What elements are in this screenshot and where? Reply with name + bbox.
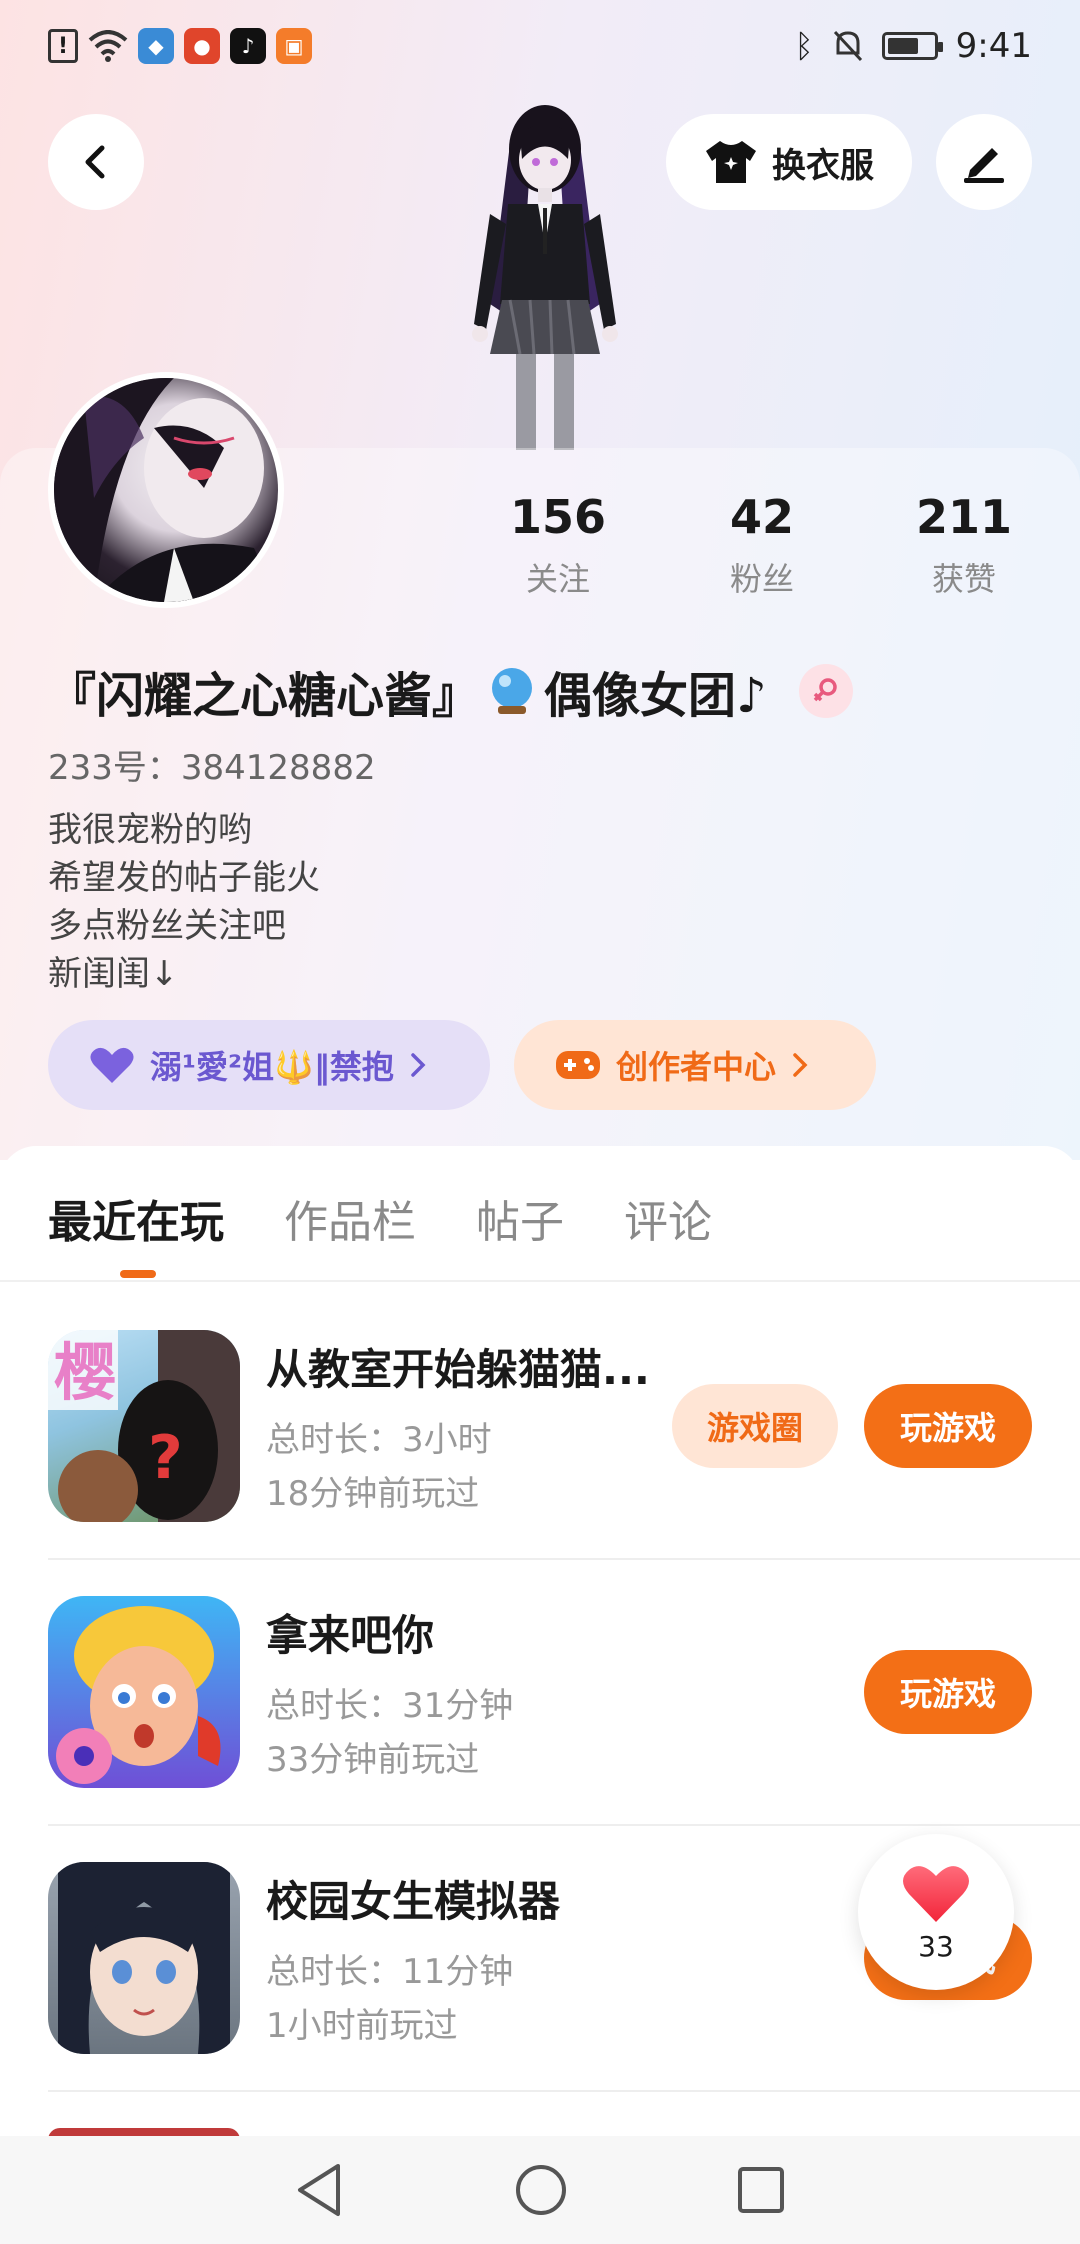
game-icon xyxy=(48,1596,240,1788)
game-title: 从教室开始躲猫猫... xyxy=(266,1345,650,1394)
bluetooth-icon: ᛒ xyxy=(794,27,814,65)
game-icon: 樱 ? xyxy=(48,1330,240,1522)
play-game-button[interactable]: 玩游戏 xyxy=(864,1650,1032,1734)
nickname: 『闪耀之心糖心酱』 偶像女团♪ xyxy=(48,656,853,726)
game-list-item[interactable]: 拿来吧你 总时长：31分钟 33分钟前玩过 玩游戏 xyxy=(48,1596,1080,1862)
followers-count: 42 xyxy=(729,490,794,544)
play-game-button[interactable]: 玩游戏 xyxy=(864,1384,1032,1468)
status-bar: ! ◆ ● ♪ ▣ ᛒ 9:41 xyxy=(0,0,1080,96)
game-duration: 总时长：11分钟 xyxy=(266,1952,514,1992)
avatar[interactable] xyxy=(48,372,284,608)
game-last-played: 1小时前玩过 xyxy=(266,2006,458,2046)
gamepad-icon xyxy=(556,1051,600,1079)
friend-relation-label: 溺¹愛²姐🔱‖禁抱 xyxy=(150,1048,394,1086)
bio: 我很宠粉的哟 希望发的帖子能火 多点粉丝关注吧 新闺闺↓ xyxy=(48,806,320,998)
divider xyxy=(48,1824,1080,1826)
game-last-played: 18分钟前玩过 xyxy=(266,1474,480,1514)
divider xyxy=(48,1558,1080,1560)
profile-tabs: 最近在玩 作品栏 帖子 评论 xyxy=(48,1186,712,1250)
friend-relation-pill[interactable]: 溺¹愛²姐🔱‖禁抱 xyxy=(48,1020,490,1110)
clock: 9:41 xyxy=(955,26,1032,66)
divider xyxy=(48,2090,1080,2092)
like-button[interactable]: 33 xyxy=(858,1834,1014,1990)
chevron-left-icon xyxy=(85,145,105,179)
bell-muted-icon xyxy=(833,30,862,62)
back-button[interactable] xyxy=(48,114,144,210)
system-navigation-bar xyxy=(0,2136,1080,2244)
alert-icon: ! xyxy=(48,29,78,63)
game-duration: 总时长：3小时 xyxy=(266,1420,492,1460)
creator-center-pill[interactable]: 创作者中心 xyxy=(514,1020,876,1110)
heart-icon xyxy=(903,1865,969,1922)
game-icon xyxy=(48,1862,240,2054)
chevron-right-icon xyxy=(793,1053,808,1077)
active-tab-indicator xyxy=(120,1270,156,1278)
tab-comments[interactable]: 评论 xyxy=(624,1186,712,1250)
likes-label: 获赞 xyxy=(931,560,996,598)
bio-line: 希望发的帖子能火 xyxy=(48,858,320,898)
change-outfit-label: 换衣服 xyxy=(772,145,874,186)
back-triangle-icon[interactable] xyxy=(294,2162,346,2218)
heart-icon xyxy=(90,1047,134,1083)
pencil-icon xyxy=(964,148,1004,183)
following-label: 关注 xyxy=(525,560,590,598)
app-notification-icon: ▣ xyxy=(276,28,312,64)
chevron-right-icon xyxy=(411,1053,426,1077)
stat-followers[interactable]: 42 粉丝 xyxy=(682,490,842,600)
game-duration: 总时长：31分钟 xyxy=(266,1686,514,1726)
game-circle-button[interactable]: 游戏圈 xyxy=(672,1384,838,1468)
game-last-played: 33分钟前玩过 xyxy=(266,1740,480,1780)
tiktok-icon: ♪ xyxy=(230,28,266,64)
divider xyxy=(0,1280,1080,1282)
game-title: 拿来吧你 xyxy=(266,1611,435,1660)
change-outfit-button[interactable]: 换衣服 xyxy=(666,114,912,210)
shirt-icon xyxy=(706,141,756,183)
app-notification-icon: ● xyxy=(184,28,220,64)
tab-recently-played[interactable]: 最近在玩 xyxy=(48,1186,224,1250)
battery-icon xyxy=(881,32,943,60)
app-notification-icon: ◆ xyxy=(138,28,174,64)
recents-square-icon[interactable] xyxy=(736,2165,786,2215)
female-gender-icon xyxy=(798,664,853,718)
like-count: 33 xyxy=(918,1929,954,1963)
user-id: 233号：384128882 xyxy=(48,748,376,788)
nickname-part2: 偶像女团♪ xyxy=(544,668,767,724)
crystal-ball-icon xyxy=(492,668,533,714)
edit-profile-button[interactable] xyxy=(936,114,1032,210)
stat-likes[interactable]: 211 获赞 xyxy=(884,490,1044,600)
svg-text:樱: 樱 xyxy=(54,1336,116,1409)
stat-following[interactable]: 156 关注 xyxy=(478,490,638,600)
home-circle-icon[interactable] xyxy=(514,2163,568,2217)
nickname-part1: 『闪耀之心糖心酱』 xyxy=(48,668,481,724)
svg-text:?: ? xyxy=(148,1423,183,1493)
bio-line: 新闺闺↓ xyxy=(48,954,179,994)
avatar-3d-figure[interactable] xyxy=(450,104,640,450)
creator-center-label: 创作者中心 xyxy=(616,1048,777,1086)
bio-line: 我很宠粉的哟 xyxy=(48,810,252,850)
bio-line: 多点粉丝关注吧 xyxy=(48,906,286,946)
followers-label: 粉丝 xyxy=(729,560,794,598)
tab-posts[interactable]: 帖子 xyxy=(476,1186,564,1250)
following-count: 156 xyxy=(509,490,607,544)
game-list-item[interactable]: 樱 ? 从教室开始躲猫猫... 总时长：3小时 18分钟前玩过 游戏圈 玩游戏 xyxy=(48,1330,1080,1596)
likes-count: 211 xyxy=(915,490,1013,544)
game-title: 校园女生模拟器 xyxy=(266,1877,561,1926)
tab-works[interactable]: 作品栏 xyxy=(284,1186,416,1250)
wifi-icon xyxy=(88,30,128,62)
